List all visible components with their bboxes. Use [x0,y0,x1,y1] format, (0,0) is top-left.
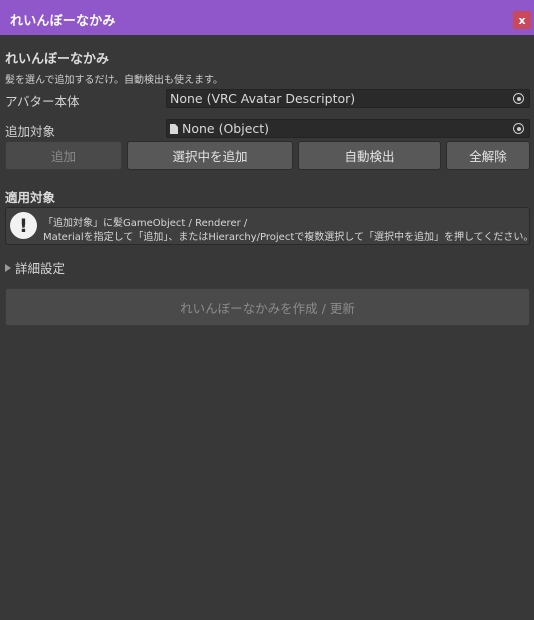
clear-all-button[interactable]: 全解除 [446,141,530,170]
window-titlebar: れいんぼーなかみ x [0,0,534,35]
target-field-value: None (Object) [182,121,270,136]
window-title: れいんぼーなかみ [10,14,116,29]
help-text-line2: Materialを指定して「追加」、またはHierarchy/Projectで複… [43,232,534,243]
header-title: れいんぼーなかみ [5,52,110,67]
target-object-field[interactable]: None (Object) [166,119,530,138]
chevron-right-icon [5,264,11,272]
avatar-object-field[interactable]: None (VRC Avatar Descriptor) [166,89,530,108]
add-button[interactable]: 追加 [5,141,122,170]
add-selected-button[interactable]: 選択中を追加 [127,141,293,170]
help-text-line1: 「追加対象」に髪GameObject / Renderer / [43,218,248,229]
create-update-button[interactable]: れいんぼーなかみを作成 / 更新 [5,288,530,326]
document-icon [170,124,178,134]
auto-detect-button[interactable]: 自動検出 [298,141,441,170]
editor-content: れいんぼーなかみ 髪を選んで追加するだけ。自動検出も使えます。 アバター本体 N… [0,35,534,620]
close-button[interactable]: x [513,11,531,29]
help-box: ! 「追加対象」に髪GameObject / Renderer / Materi… [5,207,534,245]
info-icon: ! [10,212,37,239]
avatar-field-value: None (VRC Avatar Descriptor) [170,91,356,106]
advanced-settings-foldout[interactable]: 詳細設定 [5,258,65,277]
target-field-label: 追加対象 [5,124,56,139]
object-picker-icon[interactable] [513,123,524,134]
target-field-value-wrap: None (Object) [170,121,269,136]
object-picker-icon[interactable] [513,93,524,104]
header-description: 髪を選んで追加するだけ。自動検出も使えます。 [5,75,223,86]
advanced-settings-label: 詳細設定 [15,261,66,276]
avatar-field-label: アバター本体 [5,94,80,109]
applied-section-title: 適用対象 [5,190,56,205]
